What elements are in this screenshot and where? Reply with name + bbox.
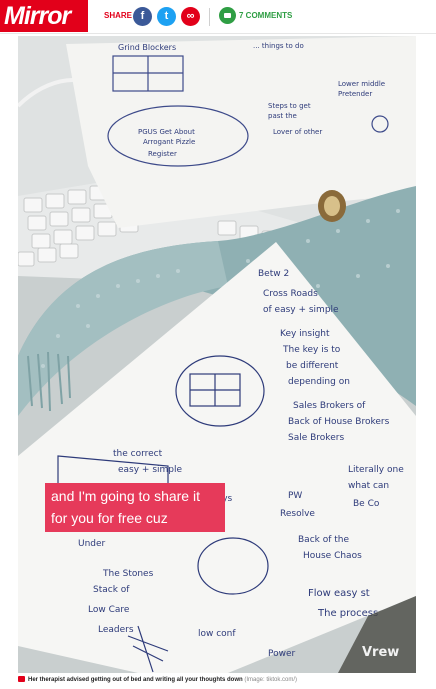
svg-text:Flow easy st: Flow easy st [308,588,370,599]
svg-text:Resolve: Resolve [280,509,315,519]
svg-text:Cross Roads: Cross Roads [263,289,318,299]
svg-text:Be Co: Be Co [353,499,380,509]
svg-text:what can: what can [348,481,389,491]
comments-link[interactable]: 7 COMMENTS [239,11,292,20]
svg-text:PW: PW [288,491,302,501]
svg-text:Lover of other: Lover of other [273,128,322,136]
image-caption: Her therapist advised getting out of bed… [18,676,436,689]
svg-text:Back of House Brokers: Back of House Brokers [288,417,390,427]
comment-icon[interactable] [219,7,236,24]
notes-on-desk-image: Grind Blockers ... things to do Steps to… [18,36,416,673]
svg-text:Leaders: Leaders [98,625,134,635]
facebook-share-icon[interactable]: f [133,7,152,26]
svg-text:Stack of: Stack of [93,585,130,595]
svg-text:easy + simple: easy + simple [118,465,183,475]
svg-text:the correct: the correct [113,449,163,459]
mirror-logo[interactable]: Mirror [0,0,88,32]
svg-text:Arrogant Pizzle: Arrogant Pizzle [143,138,195,146]
svg-text:Back of the: Back of the [298,535,349,545]
svg-text:Sales Brokers of: Sales Brokers of [293,401,366,411]
twitter-share-icon[interactable]: t [157,7,176,26]
svg-text:The key is to: The key is to [282,345,341,355]
caption-text: Her therapist advised getting out of bed… [28,677,243,683]
header-divider [209,8,210,26]
svg-text:Power: Power [268,649,296,659]
svg-text:House Chaos: House Chaos [303,551,362,561]
svg-text:Betw 2: Betw 2 [258,269,289,279]
svg-text:Register: Register [148,150,177,158]
video-caption: and I'm going to share it for you for fr… [45,483,225,532]
svg-text:Steps to get: Steps to get [268,102,311,110]
svg-text:Grind Blockers: Grind Blockers [118,43,176,52]
svg-text:Low Care: Low Care [88,605,130,615]
svg-text:Key insight: Key insight [280,329,330,339]
article-image: Grind Blockers ... things to do Steps to… [18,36,416,673]
svg-text:Pretender: Pretender [338,90,372,98]
svg-text:Sale Brokers: Sale Brokers [288,433,344,443]
share-label: SHARE [104,11,133,20]
svg-text:PGUS Get About: PGUS Get About [138,128,195,136]
camera-icon [18,676,25,683]
svg-text:be different: be different [286,361,339,371]
vrew-watermark: Vrew [362,645,400,660]
svg-text:of easy + simple: of easy + simple [263,305,339,315]
svg-text:... things to do: ... things to do [253,42,304,50]
svg-text:depending on: depending on [288,377,350,387]
link-share-icon[interactable]: ∞ [181,7,200,26]
image-credit: (Image: tiktok.com/) [244,677,298,683]
svg-text:past the: past the [268,112,297,120]
svg-text:Literally one: Literally one [348,465,404,475]
site-header: Mirror SHARE f t ∞ 7 COMMENTS [0,0,436,34]
svg-text:The Stones: The Stones [102,569,154,579]
svg-text:Lower middle: Lower middle [338,80,385,88]
svg-text:Under: Under [78,539,106,549]
svg-text:low conf: low conf [198,629,236,639]
